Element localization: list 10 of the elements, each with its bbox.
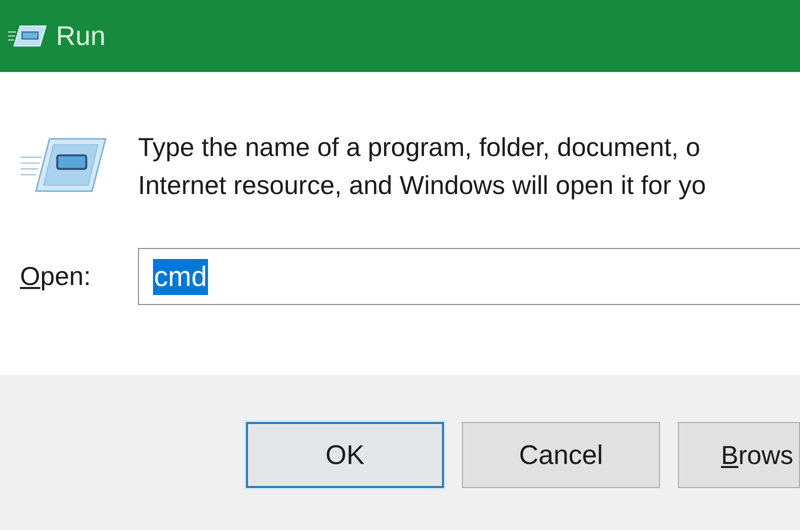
open-label: Open: — [20, 261, 92, 292]
open-field[interactable]: cmd — [138, 248, 800, 305]
description-text: Internet resource, and Windows will open it for yo — [138, 169, 706, 202]
dialog-button[interactable]: Brows — [678, 422, 800, 488]
dialog-button[interactable]: Cancel — [462, 422, 660, 488]
dialog-button[interactable]: OK — [246, 422, 444, 488]
run-icon — [20, 136, 108, 194]
run-icon — [8, 24, 48, 48]
window-title: Run — [56, 20, 106, 52]
description-text: Type the name of a program, folder, document, o — [138, 131, 702, 164]
